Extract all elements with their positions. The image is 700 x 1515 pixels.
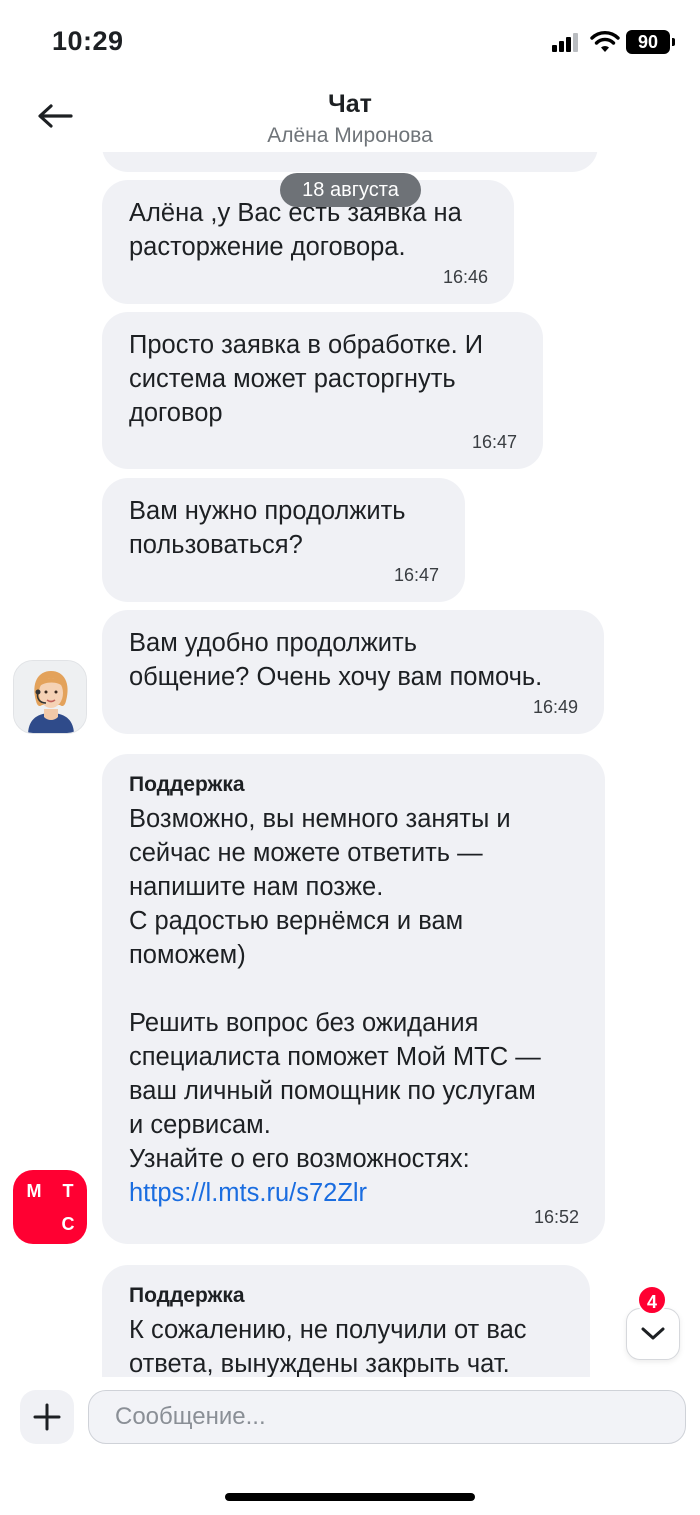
operator-avatar[interactable] (13, 660, 87, 734)
message-link[interactable]: https://l.mts.ru/s72Zlr (129, 1176, 579, 1210)
message-text: Вам нужно продолжить пользоваться? (129, 497, 406, 559)
message-sender: Поддержка (129, 773, 245, 796)
message-bubble[interactable]: Просто заявка в обработке. И система мож… (102, 312, 543, 469)
scroll-to-bottom-button[interactable] (626, 1308, 680, 1360)
message-time: 16:52 (533, 1207, 579, 1227)
message-bubble[interactable]: Вам удобно продолжить общение? Очень хоч… (102, 610, 604, 734)
cellular-signal-icon (552, 32, 580, 52)
status-bar: 10:29 90 (0, 0, 700, 80)
message-time: 16:46 (442, 267, 488, 287)
chat-header: Чат Алёна Миронова (0, 80, 700, 152)
message-text: Вам удобно продолжить общение? Очень хоч… (129, 629, 543, 691)
page-title: Чат (328, 90, 372, 118)
logo-letter: Т (63, 1181, 74, 1201)
message-input[interactable] (88, 1390, 686, 1444)
chevron-down-icon (641, 1327, 665, 1340)
home-indicator[interactable] (225, 1493, 475, 1501)
plus-icon (33, 1403, 61, 1431)
message-text: Просто заявка в обработке. И система мож… (129, 331, 484, 427)
operator-photo-icon (14, 661, 86, 733)
message-time: 16:47 (471, 432, 517, 452)
message-text: Возможно, вы немного заняты и сейчас не … (129, 805, 541, 1173)
date-separator: 18 августа (280, 173, 421, 207)
message-time: 16:49 (532, 697, 578, 717)
message-time: 16:47 (393, 565, 439, 585)
message-composer (0, 1378, 700, 1458)
battery-indicator: 90 (626, 30, 675, 54)
mts-logo-icon: М Т С (27, 1181, 75, 1234)
attach-button[interactable] (20, 1390, 74, 1444)
logo-letter: М (27, 1181, 42, 1201)
message-text: К сожалению, не получили от вас ответа, … (129, 1316, 527, 1377)
contact-name: Алёна Миронова (267, 124, 433, 147)
message-bubble-support[interactable]: Поддержка К сожалению, не получили от ва… (102, 1265, 590, 1377)
unread-count-badge: 4 (637, 1285, 667, 1315)
logo-letter: С (62, 1214, 75, 1234)
status-time: 10:29 (52, 26, 124, 56)
mts-logo-avatar[interactable]: М Т С (13, 1170, 87, 1244)
message-sender: Поддержка (129, 1284, 245, 1307)
message-list[interactable]: 18 августа Алёна ,у Вас есть заявка на р… (0, 140, 700, 1377)
wifi-icon (590, 31, 620, 52)
message-bubble-support[interactable]: Поддержка Возможно, вы немного заняты и … (102, 754, 605, 1244)
message-bubble[interactable]: Вам нужно продолжить пользоваться? 16:47 (102, 478, 465, 602)
